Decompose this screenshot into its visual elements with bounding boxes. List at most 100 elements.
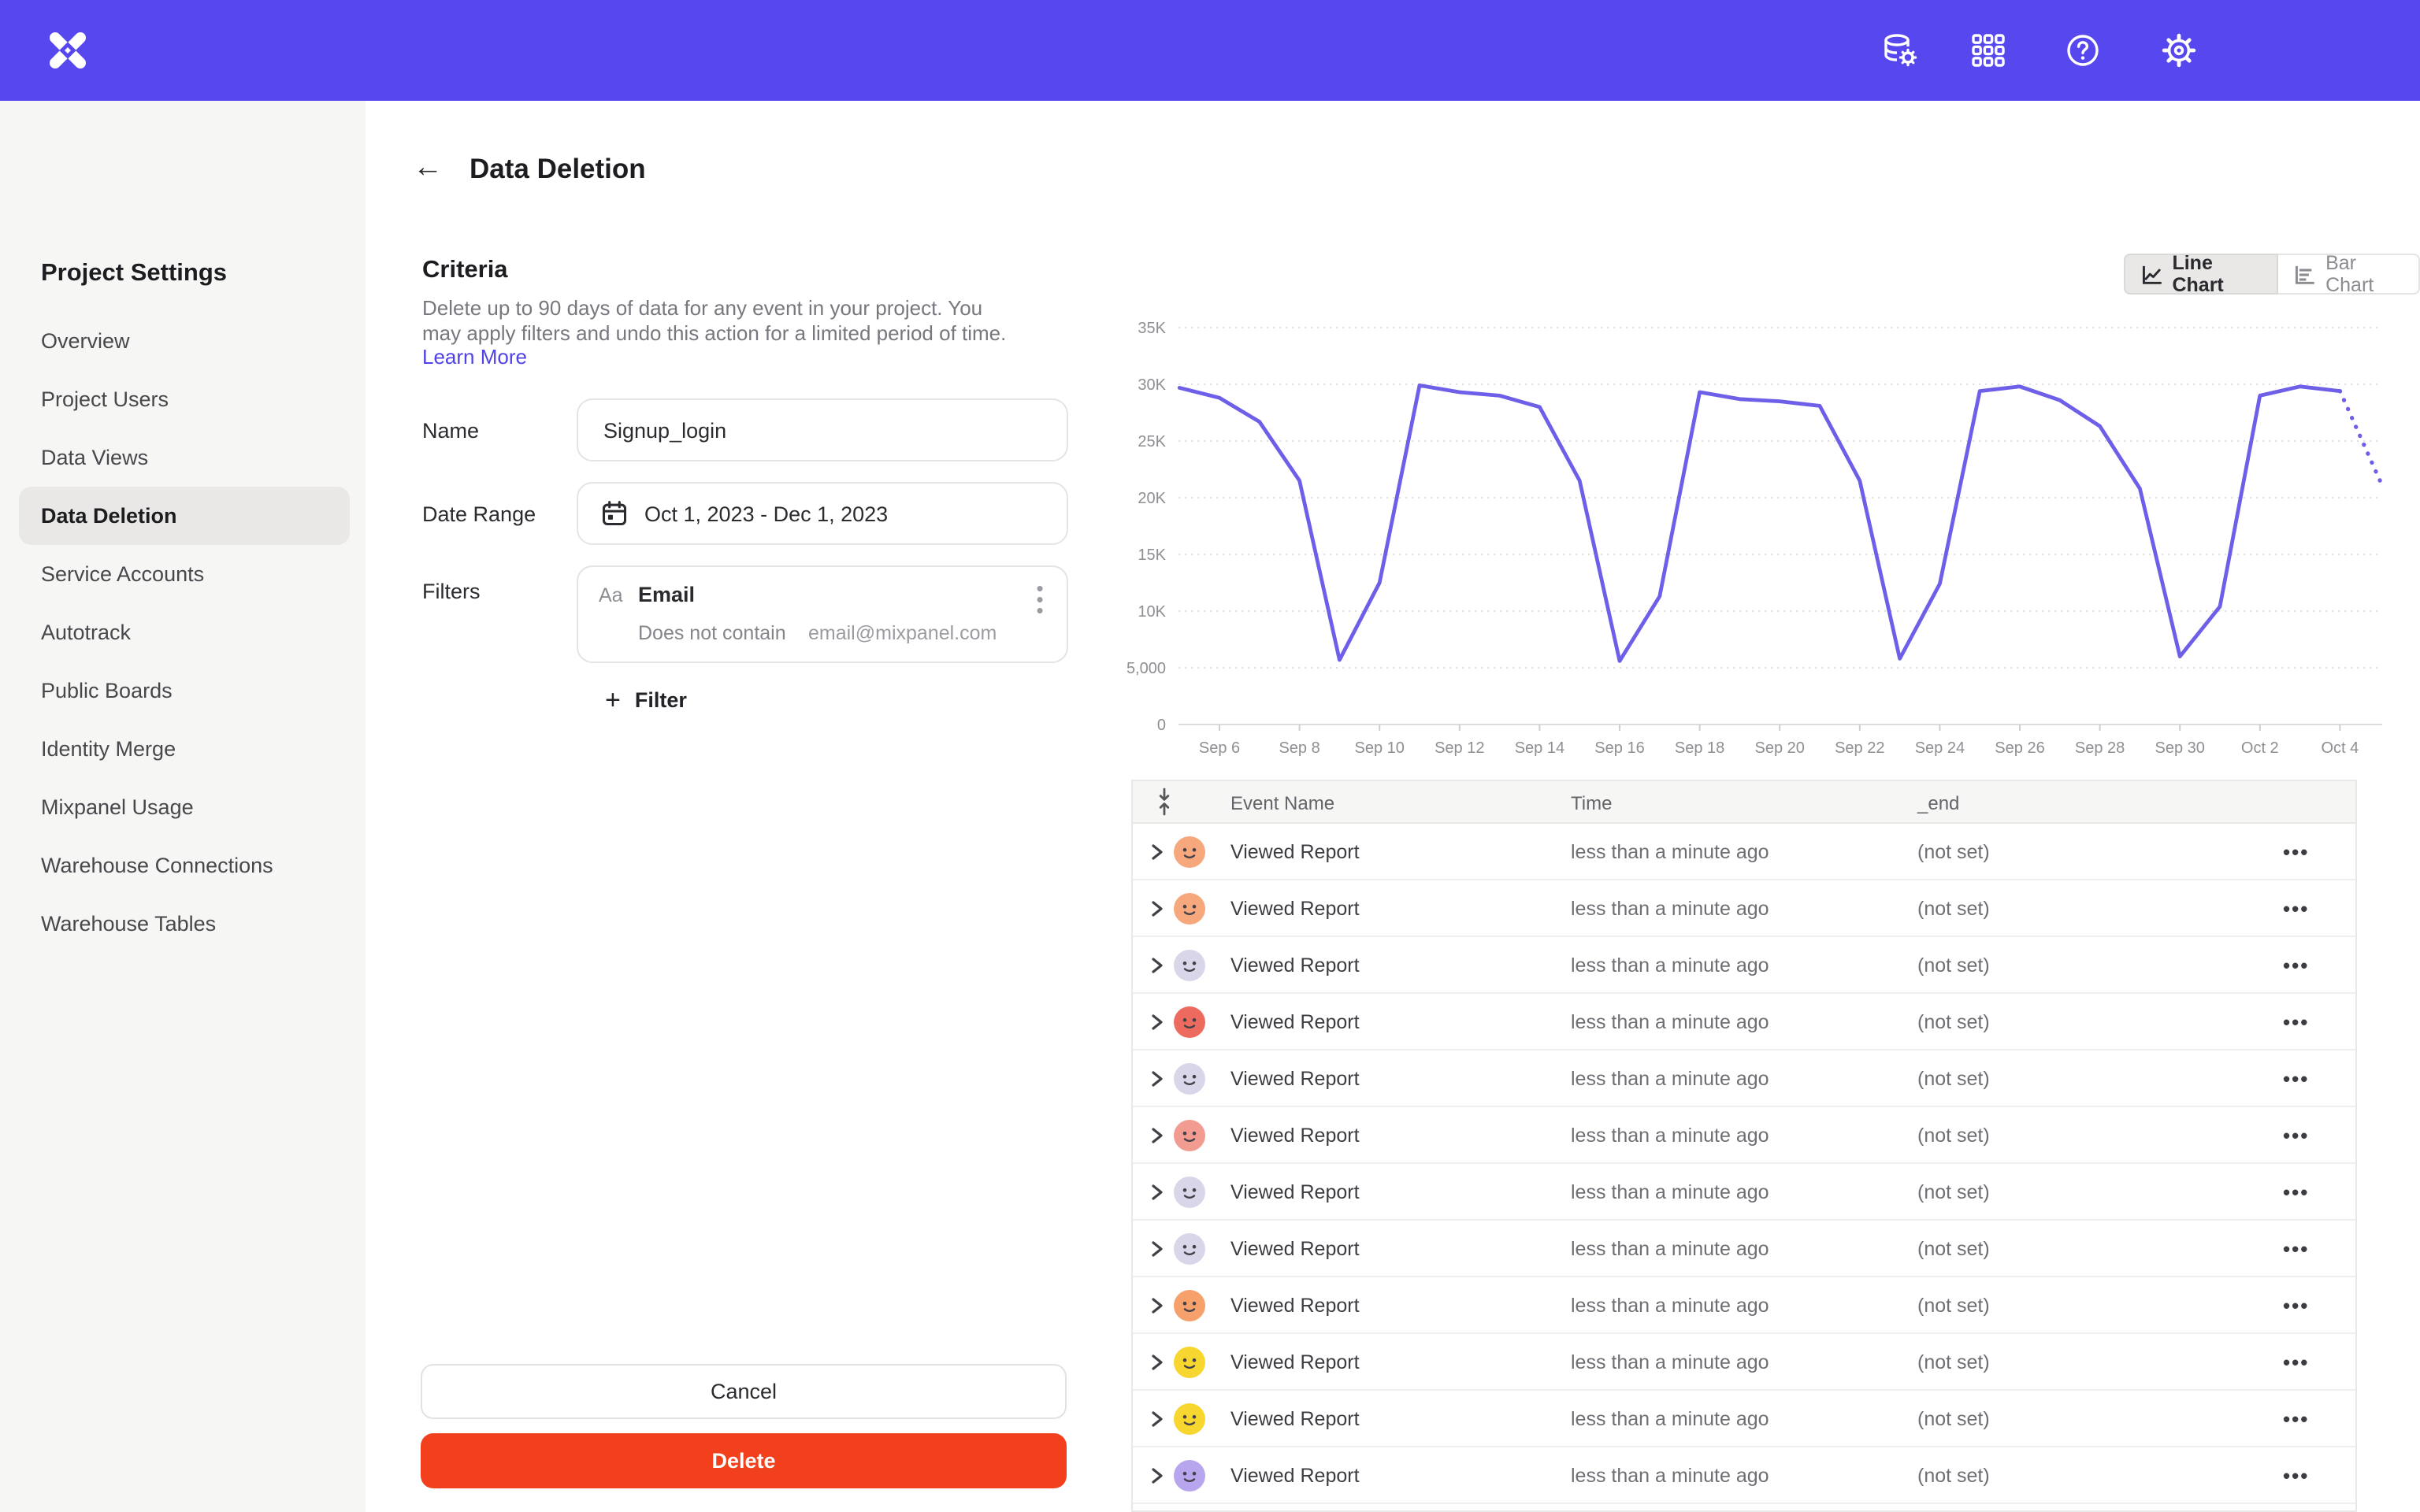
- row-actions-icon[interactable]: •••: [2283, 1123, 2309, 1147]
- app-window: Project Settings OverviewProject UsersDa…: [0, 0, 2420, 1512]
- delete-button[interactable]: Delete: [421, 1433, 1067, 1488]
- row-actions-icon[interactable]: •••: [2283, 896, 2309, 920]
- avatar-face-icon: [1174, 1062, 1205, 1094]
- table-row[interactable]: Viewed Reportless than a minute ago(not …: [1133, 1277, 2355, 1334]
- table-row[interactable]: Viewed Reportless than a minute ago(not …: [1133, 1447, 2355, 1504]
- end-cell: (not set): [1917, 897, 1990, 919]
- table-row[interactable]: Viewed Reportless than a minute ago(not …: [1133, 937, 2355, 994]
- end-cell: (not set): [1917, 1010, 1990, 1032]
- line-chart-icon: [2141, 262, 2162, 286]
- row-actions-icon[interactable]: •••: [2283, 1463, 2309, 1487]
- end-cell: (not set): [1917, 1067, 1990, 1089]
- event-name-cell: Viewed Report: [1230, 1464, 1360, 1486]
- row-expand-chevron-icon[interactable]: [1149, 955, 1164, 974]
- settings-icon[interactable]: [2160, 32, 2198, 69]
- table-row[interactable]: Viewed Reportless than a minute ago(not …: [1133, 1334, 2355, 1391]
- time-cell: less than a minute ago: [1571, 1124, 1769, 1146]
- table-row[interactable]: Viewed Reportless than a minute ago(not …: [1133, 1164, 2355, 1221]
- sidebar-item-data-views[interactable]: Data Views: [0, 428, 366, 487]
- row-expand-chevron-icon[interactable]: [1149, 1466, 1164, 1484]
- svg-text:0: 0: [1157, 717, 1166, 734]
- svg-text:10K: 10K: [1138, 603, 1166, 621]
- row-actions-icon[interactable]: •••: [2283, 839, 2309, 863]
- row-expand-chevron-icon[interactable]: [1149, 1125, 1164, 1144]
- end-cell: (not set): [1917, 1294, 1990, 1316]
- name-input[interactable]: [577, 398, 1068, 461]
- kebab-menu-icon[interactable]: •••: [1029, 583, 1051, 614]
- back-arrow-icon[interactable]: ←: [413, 150, 443, 187]
- row-actions-icon[interactable]: •••: [2283, 1293, 2309, 1317]
- row-expand-chevron-icon[interactable]: [1149, 899, 1164, 917]
- help-icon[interactable]: [2064, 32, 2102, 69]
- add-filter-button[interactable]: + Filter: [605, 687, 687, 713]
- sidebar-item-service-accounts[interactable]: Service Accounts: [0, 545, 366, 603]
- row-actions-icon[interactable]: •••: [2283, 1406, 2309, 1430]
- row-expand-chevron-icon[interactable]: [1149, 1409, 1164, 1428]
- avatar: [1174, 1232, 1205, 1264]
- cancel-button[interactable]: Cancel: [421, 1364, 1067, 1419]
- row-actions-icon[interactable]: •••: [2283, 1180, 2309, 1203]
- sidebar-item-public-boards[interactable]: Public Boards: [0, 662, 366, 720]
- bar-chart-toggle[interactable]: Bar Chart: [2279, 254, 2420, 295]
- table-row[interactable]: Viewed Reportless than a minute ago(not …: [1133, 824, 2355, 880]
- table-row[interactable]: Viewed Reportless than a minute ago(not …: [1133, 1391, 2355, 1447]
- sidebar-item-warehouse-tables[interactable]: Warehouse Tables: [0, 895, 366, 953]
- sidebar-item-overview[interactable]: Overview: [0, 312, 366, 370]
- time-cell: less than a minute ago: [1571, 954, 1769, 976]
- page-title: Data Deletion: [470, 153, 646, 186]
- bar-chart-label: Bar Chart: [2325, 252, 2403, 296]
- svg-text:Sep 16: Sep 16: [1594, 739, 1644, 757]
- row-actions-icon[interactable]: •••: [2283, 953, 2309, 976]
- sidebar-item-autotrack[interactable]: Autotrack: [0, 603, 366, 662]
- table-row[interactable]: Viewed Reportless than a minute ago(not …: [1133, 994, 2355, 1051]
- avatar-face-icon: [1174, 949, 1205, 980]
- sort-vertical-icon[interactable]: [1155, 786, 1174, 817]
- sidebar-item-mixpanel-usage[interactable]: Mixpanel Usage: [0, 778, 366, 836]
- avatar-face-icon: [1174, 1119, 1205, 1151]
- row-expand-chevron-icon[interactable]: [1149, 1295, 1164, 1314]
- chart-type-toggle: Line Chart Bar Chart: [2124, 254, 2420, 295]
- svg-text:20K: 20K: [1138, 490, 1166, 507]
- row-actions-icon[interactable]: •••: [2283, 1236, 2309, 1260]
- learn-more-link[interactable]: Learn More: [422, 345, 527, 369]
- filter-card[interactable]: Aa Email Does not contain email@mixpanel…: [577, 565, 1068, 663]
- apps-grid-icon[interactable]: [1969, 32, 2007, 69]
- avatar-face-icon: [1174, 1289, 1205, 1321]
- row-expand-chevron-icon[interactable]: [1149, 842, 1164, 861]
- avatar: [1174, 1459, 1205, 1491]
- time-cell: less than a minute ago: [1571, 897, 1769, 919]
- data-management-icon[interactable]: [1881, 32, 1919, 69]
- row-expand-chevron-icon[interactable]: [1149, 1182, 1164, 1201]
- calendar-icon: [600, 499, 629, 528]
- filter-property: Email: [638, 583, 695, 606]
- sidebar-item-data-deletion[interactable]: Data Deletion: [19, 487, 350, 545]
- time-cell: less than a minute ago: [1571, 1180, 1769, 1203]
- table-row[interactable]: Viewed Reportless than a minute ago(not …: [1133, 880, 2355, 937]
- row-actions-icon[interactable]: •••: [2283, 1010, 2309, 1033]
- date-range-input[interactable]: Oct 1, 2023 - Dec 1, 2023: [577, 482, 1068, 545]
- avatar: [1174, 1403, 1205, 1434]
- avatar-face-icon: [1174, 1403, 1205, 1434]
- sidebar-item-warehouse-connections[interactable]: Warehouse Connections: [0, 836, 366, 895]
- svg-text:Sep 30: Sep 30: [2155, 739, 2205, 757]
- sidebar-item-project-users[interactable]: Project Users: [0, 370, 366, 428]
- table-row[interactable]: Viewed Reportless than a minute ago(not …: [1133, 1221, 2355, 1277]
- row-expand-chevron-icon[interactable]: [1149, 1352, 1164, 1371]
- sidebar: Project Settings OverviewProject UsersDa…: [0, 101, 366, 1512]
- row-actions-icon[interactable]: •••: [2283, 1066, 2309, 1090]
- mixpanel-logo-icon[interactable]: [44, 27, 91, 74]
- row-expand-chevron-icon[interactable]: [1149, 1012, 1164, 1031]
- time-cell: less than a minute ago: [1571, 1407, 1769, 1429]
- svg-text:Sep 10: Sep 10: [1355, 739, 1405, 757]
- sidebar-item-identity-merge[interactable]: Identity Merge: [0, 720, 366, 778]
- row-actions-icon[interactable]: •••: [2283, 1350, 2309, 1373]
- table-row[interactable]: Viewed Reportless than a minute ago(not …: [1133, 1107, 2355, 1164]
- row-expand-chevron-icon[interactable]: [1149, 1239, 1164, 1258]
- avatar-face-icon: [1174, 1176, 1205, 1207]
- table-row-partial[interactable]: [1133, 1504, 2355, 1512]
- table-row[interactable]: Viewed Reportless than a minute ago(not …: [1133, 1051, 2355, 1107]
- end-cell: (not set): [1917, 1407, 1990, 1429]
- line-chart-toggle[interactable]: Line Chart: [2124, 254, 2279, 295]
- row-expand-chevron-icon[interactable]: [1149, 1069, 1164, 1088]
- time-cell: less than a minute ago: [1571, 1237, 1769, 1259]
